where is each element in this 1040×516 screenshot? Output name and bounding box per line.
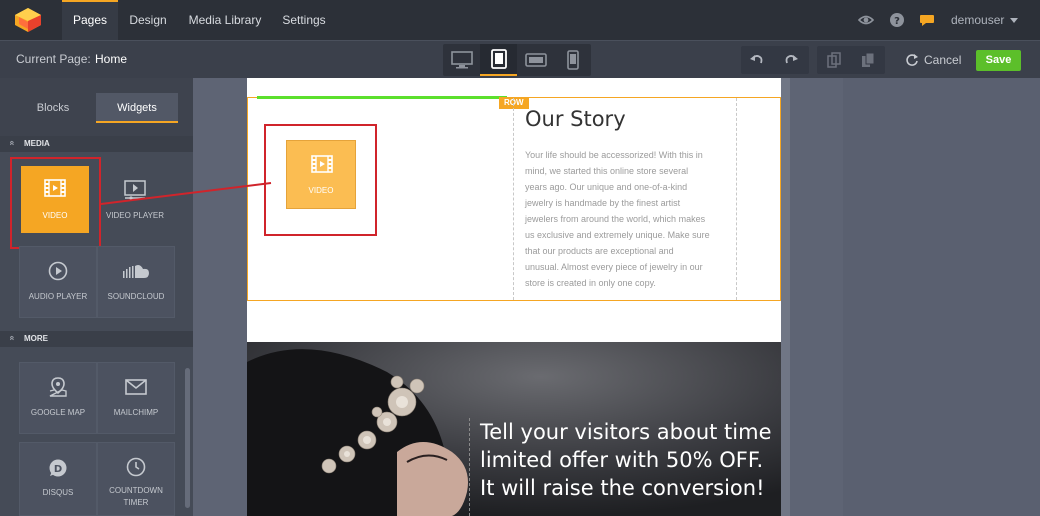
drag-arrow-icon — [100, 182, 272, 205]
